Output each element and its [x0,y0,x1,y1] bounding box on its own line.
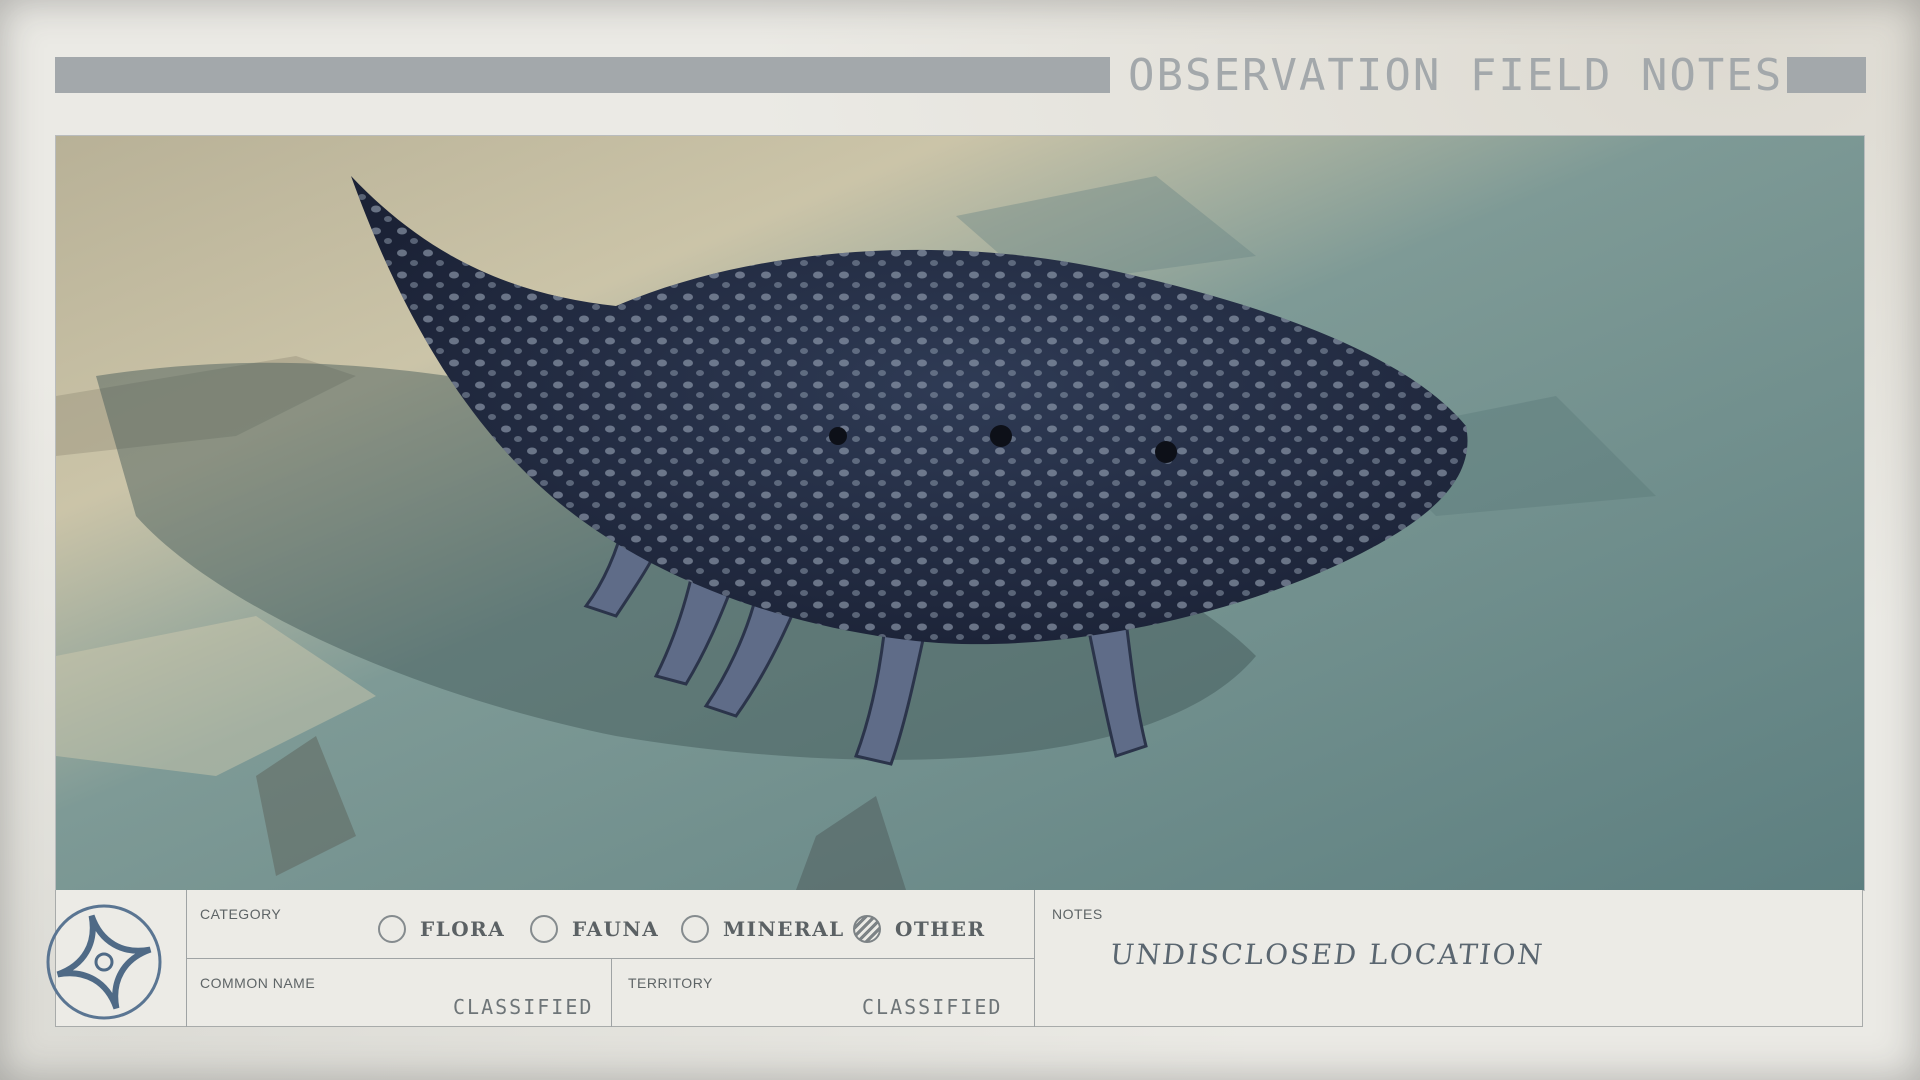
flora-radio[interactable] [378,915,406,943]
mineral-radio[interactable] [681,915,709,943]
specimen-photo [55,135,1865,891]
creature-photo-illustration [56,136,1864,890]
other-label: OTHER [895,917,986,941]
page-title: OBSERVATION FIELD NOTES [1128,50,1784,101]
category-option-fauna[interactable]: FAUNA [530,913,659,945]
category-option-flora[interactable]: FLORA [378,913,505,945]
territory-value: CLASSIFIED [862,995,1003,1019]
name-territory-divider [611,958,612,1027]
notes-divider [1034,890,1035,1027]
category-divider [186,958,1034,959]
star-compass-emblem-icon [46,904,162,1020]
header-bar-right [1787,57,1866,93]
common-name-value: CLASSIFIED [453,995,594,1019]
fauna-radio[interactable] [530,915,558,943]
header-bar-left [55,57,1110,93]
mineral-label: MINERAL [723,917,845,941]
common-name-label: COMMON NAME [200,975,316,991]
category-option-other[interactable]: OTHER [853,913,986,945]
fauna-label: FAUNA [572,917,660,941]
category-label: CATEGORY [200,906,282,922]
field-notes-card: OBSERVATION FIELD NOTES CATEGORY FLORA F… [0,0,1920,1080]
flora-label: FLORA [420,917,506,941]
notes-label: NOTES [1052,906,1103,922]
category-option-mineral[interactable]: MINERAL [681,913,845,945]
other-radio[interactable] [853,915,881,943]
notes-value: UNDISCLOSED LOCATION [1108,938,1546,971]
territory-label: TERRITORY [628,975,713,991]
